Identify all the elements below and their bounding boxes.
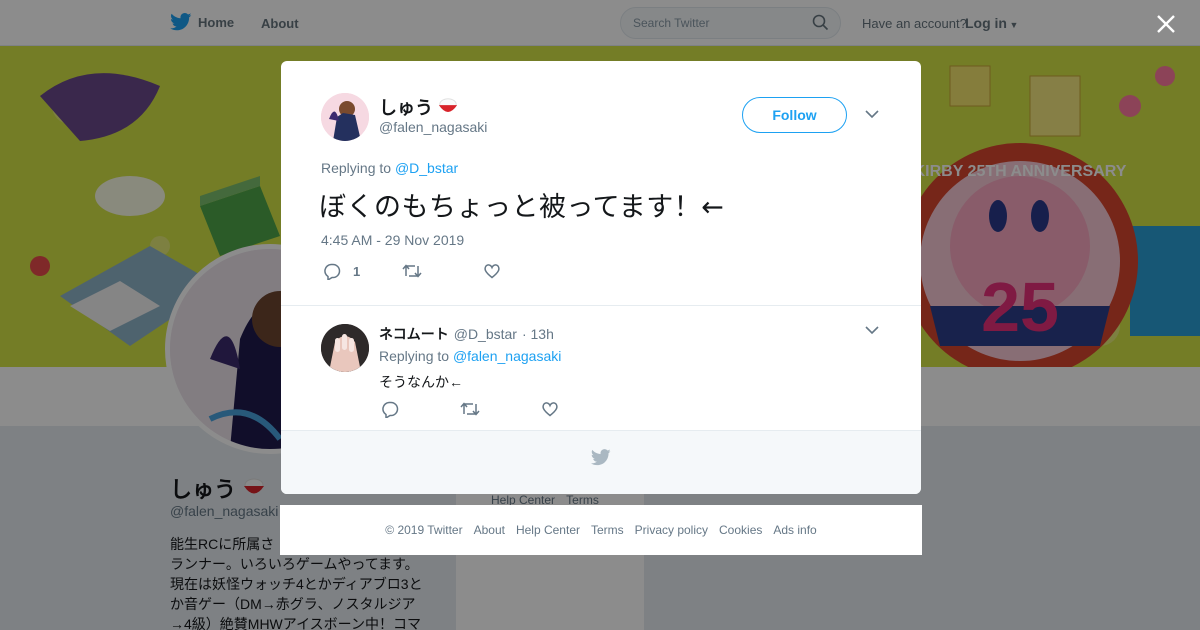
reply-replying-to-link[interactable]: @falen_nagasaki: [453, 348, 561, 364]
reply-author-handle[interactable]: @D_bstar: [454, 326, 517, 342]
replying-prefix: Replying to: [321, 160, 392, 176]
reply-avatar-image: [321, 324, 369, 372]
reply-button[interactable]: 1: [323, 263, 360, 280]
footer-help-center-link[interactable]: Help Center: [516, 523, 580, 537]
replying-to: Replying to @D_bstar: [321, 160, 458, 176]
like-button[interactable]: [483, 263, 501, 279]
divider: [281, 305, 921, 306]
footer-cookies-link[interactable]: Cookies: [719, 523, 762, 537]
chevron-down-icon[interactable]: [865, 109, 879, 119]
footer-privacy-link[interactable]: Privacy policy: [635, 523, 708, 537]
reply-replying-to: Replying to @falen_nagasaki: [379, 348, 561, 364]
tweet-text: ぼくのもちょっと被ってます！←: [319, 192, 725, 223]
modal-footer: [281, 430, 921, 494]
retweet-button[interactable]: [402, 263, 422, 279]
author-name[interactable]: しゅう: [379, 94, 459, 120]
close-icon[interactable]: [1154, 12, 1178, 36]
author-name-text: しゅう: [379, 98, 433, 118]
follow-button[interactable]: Follow: [742, 97, 847, 133]
tweet-timestamp[interactable]: 4:45 AM - 29 Nov 2019: [321, 232, 464, 248]
reply-retweet-button[interactable]: [460, 401, 480, 417]
reply-icon: [324, 263, 341, 280]
reply-like-button[interactable]: [541, 401, 559, 417]
reply-author-name[interactable]: ネコムート: [379, 324, 449, 344]
reply-icon: [382, 401, 399, 418]
retweet-icon: [460, 402, 480, 416]
footer-about-link[interactable]: About: [474, 523, 505, 537]
footer-links: © 2019 Twitter About Help Center Terms P…: [280, 505, 922, 555]
reply-author-avatar[interactable]: [321, 324, 369, 372]
footer-terms-link[interactable]: Terms: [591, 523, 624, 537]
rice-bowl-icon: [438, 98, 458, 112]
heart-icon: [484, 264, 500, 279]
author-handle[interactable]: @falen_nagasaki: [379, 119, 487, 135]
tweet-modal: しゅう @falen_nagasaki Follow Replying to @…: [281, 61, 921, 494]
twitter-bird-icon: [591, 449, 611, 466]
reply-reply-button[interactable]: [381, 401, 399, 418]
replying-to-link[interactable]: @D_bstar: [395, 160, 458, 176]
heart-icon: [542, 402, 558, 417]
reply-age[interactable]: · 13h: [522, 326, 554, 342]
reply-replying-prefix: Replying to: [379, 348, 450, 364]
retweet-icon: [402, 264, 422, 278]
footer-ads-info-link[interactable]: Ads info: [773, 523, 816, 537]
reply-text: そうなんか←: [379, 374, 463, 390]
chevron-down-icon[interactable]: [865, 325, 879, 335]
reply-header: ネコムート @D_bstar · 13h: [379, 324, 554, 344]
reply-count: 1: [353, 264, 361, 279]
author-avatar-image: [321, 93, 369, 141]
author-avatar[interactable]: [321, 93, 369, 141]
footer-copyright: © 2019 Twitter: [385, 523, 463, 537]
